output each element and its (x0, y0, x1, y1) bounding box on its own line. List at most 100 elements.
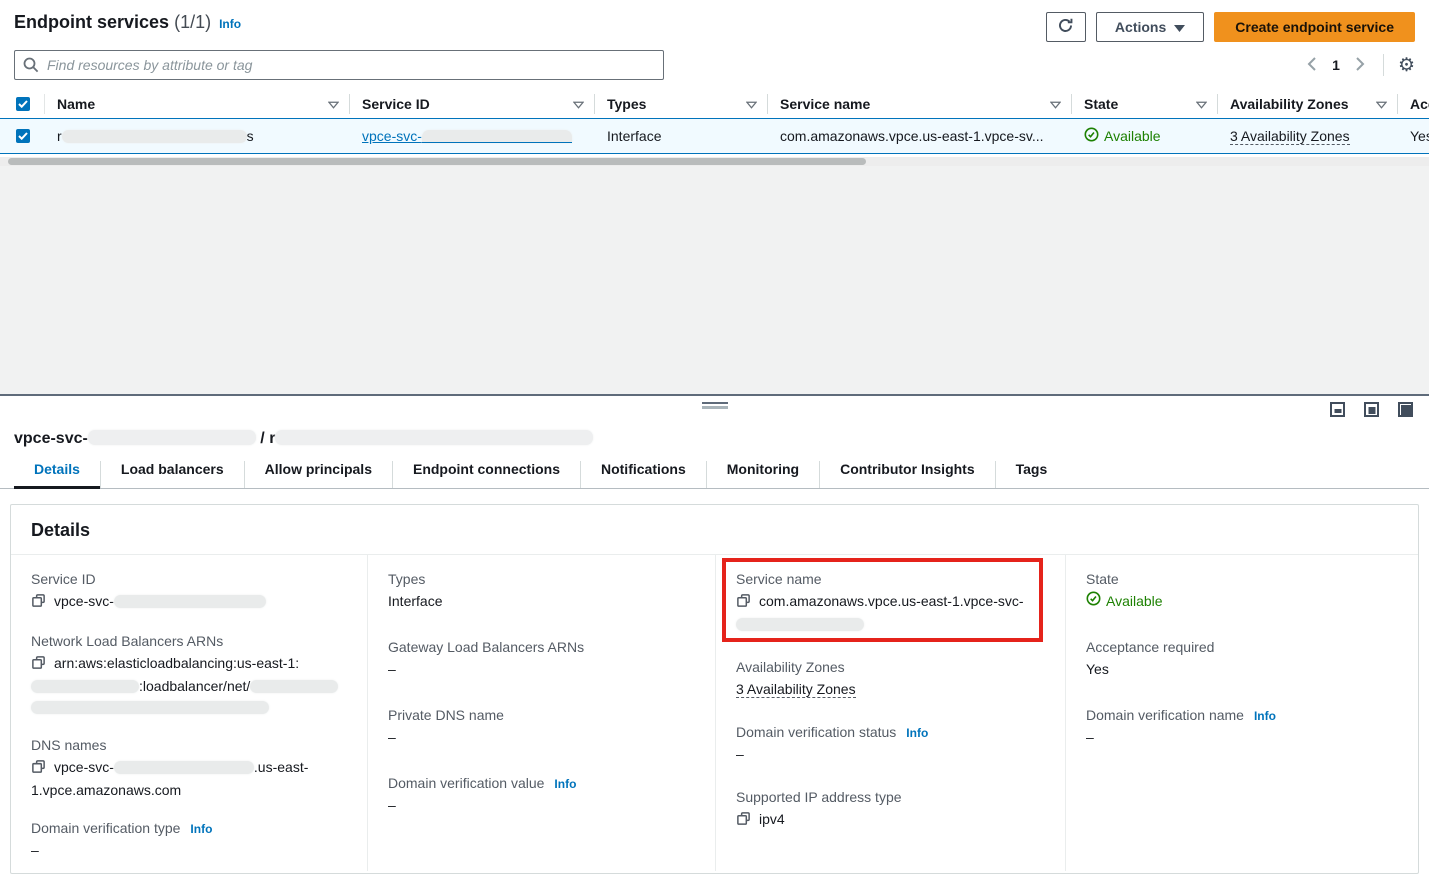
tab-notifications[interactable]: Notifications (580, 461, 706, 488)
split-panel: vpce-svc- / r Details Load balancers All… (0, 394, 1429, 886)
tab-endpoint-connections[interactable]: Endpoint connections (392, 461, 580, 488)
search-icon (23, 57, 39, 78)
availability-zones-popover-link[interactable]: 3 Availability Zones (1230, 128, 1350, 145)
details-column-2: Types Interface Gateway Load Balancers A… (368, 555, 716, 871)
sort-icon[interactable] (1050, 96, 1061, 112)
split-panel-tabs: Details Load balancers Allow principals … (0, 461, 1429, 489)
panel-size-small-icon[interactable] (1330, 402, 1345, 417)
actions-button-label: Actions (1115, 19, 1166, 35)
actions-button[interactable]: Actions (1096, 12, 1204, 42)
cell-types: Interface (595, 128, 768, 144)
field-dns-names: DNS names vpce-svc-.us-east-1.vpce.amazo… (31, 737, 347, 801)
details-column-3: Service name com.amazonaws.vpce.us-east-… (716, 555, 1066, 871)
field-availability-zones: Availability Zones 3 Availability Zones (736, 659, 1045, 700)
chevron-right-icon (1356, 57, 1365, 74)
sort-icon[interactable] (328, 96, 339, 112)
service-id-link[interactable]: vpce-svc- (362, 128, 572, 144)
redacted-text (250, 680, 338, 693)
refresh-button[interactable] (1046, 12, 1086, 42)
redacted-text (114, 595, 266, 608)
toolbar-divider (1383, 54, 1384, 76)
details-column-1: Service ID vpce-svc- Network Load Balanc… (11, 555, 368, 871)
panel-size-medium-icon[interactable] (1364, 402, 1379, 417)
info-link[interactable]: Info (1254, 709, 1276, 723)
list-toolbar: 1 ⚙ (0, 42, 1429, 80)
tab-monitoring[interactable]: Monitoring (706, 461, 819, 488)
tab-allow-principals[interactable]: Allow principals (244, 461, 392, 488)
check-circle-icon (1086, 591, 1101, 612)
field-domain-verification-status: Domain verification statusInfo – (736, 724, 1045, 765)
header-info-link[interactable]: Info (219, 17, 241, 31)
refresh-icon (1057, 17, 1074, 37)
field-domain-verification-name: Domain verification nameInfo – (1086, 707, 1398, 748)
tab-tags[interactable]: Tags (995, 461, 1068, 488)
field-types: Types Interface (388, 571, 695, 612)
copy-icon[interactable] (736, 811, 751, 832)
field-state: State Available (1086, 571, 1398, 612)
column-header-acceptance-required[interactable]: Acceptance required (1398, 94, 1429, 114)
create-endpoint-service-button[interactable]: Create endpoint service (1214, 12, 1415, 42)
tab-load-balancers[interactable]: Load balancers (100, 461, 244, 488)
split-panel-drag-handle[interactable] (702, 402, 728, 409)
details-card: Details Service ID vpce-svc- Network Loa… (10, 504, 1419, 874)
info-link[interactable]: Info (190, 822, 212, 836)
copy-icon[interactable] (31, 759, 46, 780)
previous-page-button[interactable] (1303, 53, 1320, 78)
column-header-availability-zones[interactable]: Availability Zones (1218, 94, 1398, 114)
table-row[interactable]: rs vpce-svc- Interface com.amazonaws.vpc… (0, 118, 1429, 154)
search-input[interactable] (14, 50, 664, 80)
column-header-state[interactable]: State (1072, 94, 1218, 114)
availability-zones-popover-link[interactable]: 3 Availability Zones (736, 681, 856, 698)
pagination: 1 ⚙ (1303, 53, 1415, 78)
endpoint-services-table: Name Service ID Types Service name State (0, 90, 1429, 166)
sort-icon[interactable] (1196, 96, 1207, 112)
field-service-name: Service name com.amazonaws.vpce.us-east-… (736, 571, 1045, 635)
redacted-text (31, 701, 269, 714)
redacted-text (88, 430, 256, 445)
caret-down-icon (1174, 19, 1185, 35)
chevron-left-icon (1307, 57, 1316, 74)
tab-details[interactable]: Details (14, 461, 100, 488)
resource-count: (1/1) (174, 12, 211, 32)
copy-icon[interactable] (736, 593, 751, 614)
tab-contributor-insights[interactable]: Contributor Insights (819, 461, 995, 488)
horizontal-scrollbar[interactable] (0, 157, 1429, 166)
sort-icon[interactable] (746, 96, 757, 112)
info-link[interactable]: Info (554, 777, 576, 791)
field-supported-ip-address-type: Supported IP address type ipv4 (736, 789, 1045, 832)
cell-acceptance-required: Yes (1398, 128, 1429, 144)
redacted-text (736, 618, 864, 631)
field-service-id: Service ID vpce-svc- (31, 571, 347, 614)
current-page-number[interactable]: 1 (1326, 57, 1346, 73)
page-title: Endpoint services (1/1) (14, 12, 211, 33)
search-box (14, 50, 664, 80)
copy-icon[interactable] (31, 593, 46, 614)
column-header-name[interactable]: Name (45, 94, 350, 114)
column-header-service-id[interactable]: Service ID (350, 94, 595, 114)
column-header-service-name[interactable]: Service name (768, 94, 1072, 114)
gear-icon[interactable]: ⚙ (1398, 56, 1415, 75)
sort-icon[interactable] (1376, 96, 1387, 112)
split-panel-title: vpce-svc- / r (14, 430, 1429, 448)
column-header-types[interactable]: Types (595, 94, 768, 114)
field-private-dns-name: Private DNS name – (388, 707, 695, 748)
row-checkbox[interactable] (16, 129, 30, 143)
scrollbar-thumb[interactable] (8, 158, 866, 165)
redacted-text (275, 430, 593, 445)
next-page-button[interactable] (1352, 53, 1369, 78)
list-header: Endpoint services (1/1) Info Actions Cre… (0, 0, 1429, 42)
redacted-text (114, 761, 254, 774)
field-domain-verification-value: Domain verification valueInfo – (388, 775, 695, 816)
cell-state: Available (1072, 127, 1218, 145)
panel-size-large-icon[interactable] (1398, 402, 1413, 417)
field-gateway-load-balancers-arns: Gateway Load Balancers ARNs – (388, 639, 695, 680)
select-all-checkbox[interactable] (16, 97, 30, 111)
redacted-text (422, 130, 572, 143)
cell-service-name: com.amazonaws.vpce.us-east-1.vpce-sv... (768, 128, 1072, 144)
redacted-text (62, 130, 247, 143)
redacted-text (31, 680, 139, 693)
copy-icon[interactable] (31, 655, 46, 676)
check-circle-icon (1084, 127, 1099, 145)
sort-icon[interactable] (573, 96, 584, 112)
info-link[interactable]: Info (906, 726, 928, 740)
